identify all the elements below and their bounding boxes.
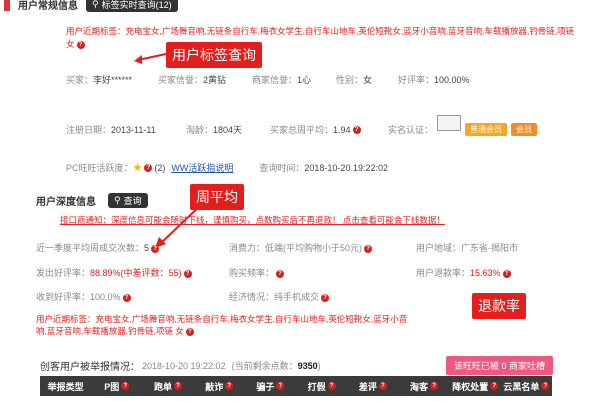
- star-icon: ★: [132, 162, 143, 174]
- pc-activity-row: PC旺旺活跃度： ★ ? (2) WW活跃指说明 查询时间： 2018-10-2…: [66, 161, 388, 174]
- help-icon[interactable]: ?: [378, 382, 387, 390]
- deep-user-tags: 用户近期标签：充电宝女,广场舞音响,无链条自行车,梅衣女学生,自行车山地车,英伦…: [36, 314, 408, 336]
- profile-row-2: 注册日期：2013-11-11 淘龄：1804天 买家总周平均：1.94? 实名…: [66, 115, 538, 137]
- table-header-cell: 骗子?: [245, 376, 296, 396]
- table-header-label: 打假: [307, 381, 326, 392]
- tag-query-callout: 用户标签查询: [166, 42, 262, 68]
- help-icon[interactable]: ?: [144, 163, 153, 172]
- gender-field: 性别：女: [336, 75, 373, 85]
- complaint-badge[interactable]: 该旺旺已被 0 商家吐槽: [446, 356, 554, 375]
- activity-explain-link[interactable]: WW活跃指说明: [171, 161, 233, 174]
- table-header-label: 淘客: [410, 381, 429, 392]
- help-icon[interactable]: ?: [321, 293, 330, 302]
- report-time: 2018-10-20 19:22:02: [142, 360, 226, 371]
- deep-info-header: 用户深度信息 ⚲ 查询: [36, 193, 148, 208]
- report-table-header: 举报类型 P图? 跑单? 敲诈? 骗子? 打假? 差评? 淘客? 降权处置? 云黑名单?: [40, 376, 552, 396]
- refund-rate-callout: 退款率: [472, 293, 526, 319]
- profile-row-1: 买家：李好****** 买家信誉：2黄钻 商家信誉：1心 性别：女 好评率：10…: [66, 73, 586, 86]
- remaining-value: 9350: [297, 360, 318, 371]
- search-icon: ⚲: [92, 0, 99, 9]
- help-icon[interactable]: ?: [185, 327, 194, 336]
- help-icon[interactable]: ?: [76, 40, 85, 49]
- help-icon[interactable]: ?: [151, 244, 160, 253]
- arrow-icon: [134, 53, 167, 64]
- help-icon[interactable]: ?: [502, 269, 511, 278]
- deep-row-1-region: 用户地域：广东省-揭阳市: [416, 243, 519, 253]
- query-time-value: 2018-10-20 19:22:02: [304, 162, 388, 173]
- member-badge: 普通会员: [465, 122, 508, 136]
- basic-info-header: 用户常规信息 ⚲ 标签实时查询(12): [4, 0, 178, 12]
- table-header-label: 跑单: [154, 381, 173, 392]
- help-icon[interactable]: ?: [225, 382, 234, 390]
- report-title: 创客用户被举报情况：: [40, 362, 140, 373]
- pc-activity-count: (2): [154, 162, 166, 173]
- table-header-label: 骗子: [256, 381, 275, 392]
- pc-activity-label: PC旺旺活跃度：: [66, 163, 133, 173]
- deep-query-button-label: 查询: [123, 196, 142, 206]
- table-header-cell: 云黑名单?: [501, 376, 552, 396]
- id-card-icon: [437, 115, 462, 131]
- help-icon[interactable]: ?: [364, 244, 373, 253]
- good-rate-field: 好评率：100.00%: [398, 75, 470, 85]
- table-header-cell: 举报类型: [40, 376, 91, 396]
- basic-info-title: 用户常规信息: [18, 1, 78, 12]
- remaining-close: ): [317, 360, 321, 371]
- table-header-label: 差评: [358, 381, 377, 392]
- help-icon[interactable]: ?: [174, 382, 183, 390]
- help-icon[interactable]: ?: [490, 382, 499, 390]
- deep-row-2-refund: 用户退款率：15.63%?: [416, 266, 511, 279]
- table-header-label: 降权处置: [452, 381, 489, 392]
- help-icon[interactable]: ?: [430, 382, 439, 390]
- deep-row-3: 收到好评率：100.0%?: [36, 290, 131, 303]
- weekly-avg-field: 买家总周平均：1.94?: [270, 123, 388, 136]
- deep-row-1-consumption: 消费力：低端(平均购物小于50元)?: [229, 241, 373, 254]
- register-date-field: 注册日期：2013-11-11: [66, 124, 156, 135]
- tag-query-button-label: 标签实时查询(12): [101, 0, 172, 10]
- section-marker: [4, 0, 10, 11]
- table-header-cell: 淘客?: [398, 376, 449, 396]
- help-icon[interactable]: ?: [541, 382, 550, 390]
- tag-query-button[interactable]: ⚲ 标签实时查询(12): [86, 0, 178, 12]
- remaining-label: (当前剩余点数：: [231, 361, 298, 371]
- deep-query-button[interactable]: ⚲ 查询: [108, 193, 148, 208]
- user-tags-line2: 女: [66, 39, 75, 49]
- table-header-label: 云黑名单: [503, 381, 540, 392]
- deep-row-2: 发出好评率：88.89%(中差评数：55)?: [36, 266, 192, 279]
- buyer-field: 买家：李好******: [66, 75, 133, 85]
- user-tags-label: 用户近期标签：: [66, 26, 126, 36]
- deep-row-3-economy: 经济情况：纯手机成交?: [229, 290, 330, 303]
- deep-row-1: 近一季度平均周成交次数：5?: [36, 241, 160, 254]
- taobao-age-field: 淘龄：1804天: [186, 124, 243, 135]
- help-icon[interactable]: ?: [352, 126, 361, 135]
- user-tags-line1: 充电宝女,广场舞音响,无链条自行车,梅衣女学生,自行车山地车,英伦短靴女,蓝牙小…: [125, 26, 575, 36]
- table-header-cell: 跑单?: [142, 376, 193, 396]
- deep-info-title: 用户深度信息: [36, 197, 96, 208]
- seller-credit-field: 商家信誉：1心: [252, 75, 312, 85]
- realname-field: 实名认证： 普通会员 会员: [388, 115, 538, 137]
- table-header-cell: P图?: [91, 376, 142, 396]
- report-row: 创客用户被举报情况： 2018-10-20 19:22:02 (当前剩余点数： …: [40, 358, 321, 374]
- search-icon: ⚲: [114, 195, 121, 205]
- help-icon[interactable]: ?: [183, 269, 192, 278]
- deep-row-2-frequency: 购买频率：?: [229, 266, 285, 279]
- buyer-credit-field: 买家信誉：2黄钻: [158, 75, 227, 85]
- table-header-cell: 降权处置?: [450, 376, 501, 396]
- query-time-label: 查询时间：: [259, 163, 305, 173]
- table-header-cell: 敲诈?: [194, 376, 245, 396]
- help-icon[interactable]: ?: [276, 269, 285, 278]
- api-notice[interactable]: 接口商通知：深度信息可能会随时下线，谨慎购买，点数购买后不再退款！ 点击查看可能…: [60, 214, 445, 226]
- help-icon[interactable]: ?: [276, 382, 285, 390]
- help-icon[interactable]: ?: [122, 293, 131, 302]
- help-icon[interactable]: ?: [121, 382, 130, 390]
- table-header-cell: 打假?: [296, 376, 347, 396]
- table-header-label: 敲诈: [205, 381, 224, 392]
- table-header-label: P图: [104, 381, 120, 392]
- table-header-cell: 差评?: [347, 376, 398, 396]
- table-header-label: 举报类型: [47, 381, 84, 392]
- help-icon[interactable]: ?: [327, 382, 336, 390]
- member-extra-badge: 会员: [511, 122, 538, 136]
